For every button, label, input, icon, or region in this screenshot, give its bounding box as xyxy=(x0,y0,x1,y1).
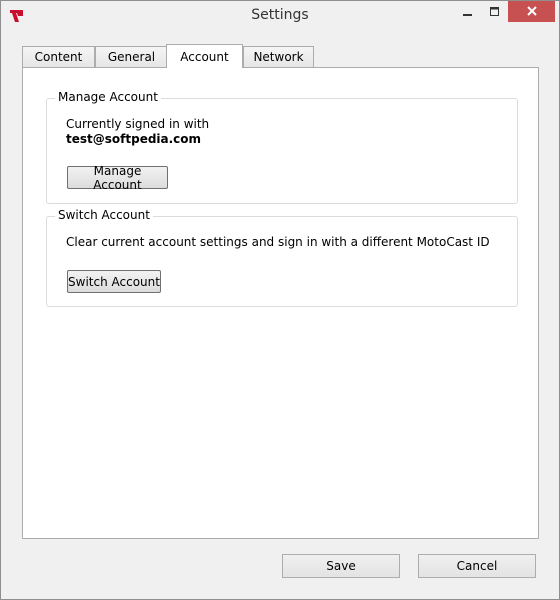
tab-network[interactable]: Network xyxy=(243,46,314,67)
tab-account[interactable]: Account xyxy=(166,44,243,68)
account-panel: Manage Account Currently signed in with … xyxy=(22,67,539,539)
minimize-button[interactable] xyxy=(455,1,481,22)
close-button[interactable] xyxy=(508,1,555,22)
switch-account-group: Switch Account Clear current account set… xyxy=(46,208,518,307)
signed-in-email: test@softpedia.com xyxy=(66,132,202,146)
manage-account-group: Manage Account Currently signed in with … xyxy=(46,90,518,204)
save-button[interactable]: Save xyxy=(282,554,400,578)
tab-general[interactable]: General xyxy=(95,46,168,67)
manage-account-title: Manage Account xyxy=(55,90,161,104)
maximize-button[interactable] xyxy=(482,1,508,22)
settings-window: Settings Content General Account Network… xyxy=(0,0,560,600)
minimize-icon xyxy=(463,2,473,21)
cancel-button[interactable]: Cancel xyxy=(418,554,536,578)
switch-account-button[interactable]: Switch Account xyxy=(67,270,161,293)
switch-account-title: Switch Account xyxy=(55,208,153,222)
close-icon xyxy=(526,2,538,21)
tab-content[interactable]: Content xyxy=(22,46,95,67)
maximize-icon xyxy=(490,2,500,21)
signed-in-label: Currently signed in with xyxy=(66,117,210,131)
manage-account-button[interactable]: Manage Account xyxy=(67,164,168,192)
switch-account-description: Clear current account settings and sign … xyxy=(66,235,490,249)
title-bar[interactable]: Settings xyxy=(1,1,559,32)
